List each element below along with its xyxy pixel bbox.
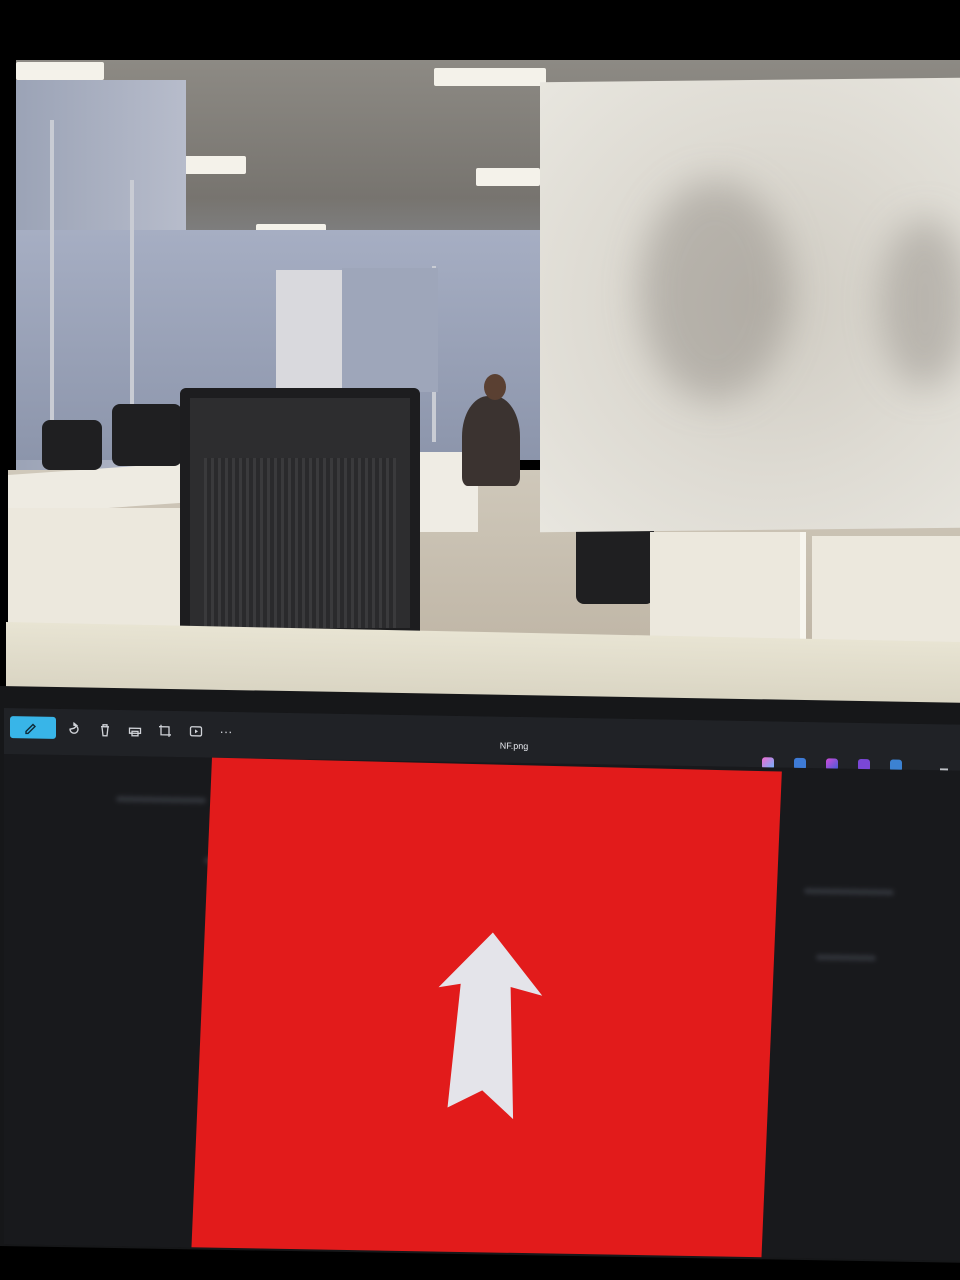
print-icon — [128, 727, 142, 737]
pillar — [276, 270, 342, 400]
file-name-title: NF.png — [499, 740, 529, 752]
delete-icon — [101, 724, 109, 737]
back-window — [342, 268, 438, 392]
chair-mesh — [204, 458, 396, 628]
more-icon[interactable]: ··· — [216, 722, 236, 742]
image-canvas — [4, 754, 960, 1261]
partition-smudge — [640, 179, 790, 402]
office-chair — [42, 420, 102, 470]
delete-button[interactable] — [95, 720, 115, 740]
slideshow-icon — [189, 726, 203, 737]
partition-smudge — [880, 217, 960, 389]
displayed-image — [191, 757, 782, 1261]
edit-image-button[interactable] — [10, 716, 56, 739]
ceiling-light — [476, 168, 540, 186]
glass-frame — [130, 180, 134, 410]
blurred-reflection — [116, 795, 206, 804]
mesh-office-chair — [180, 388, 420, 638]
crop-button[interactable] — [155, 721, 175, 741]
blurred-reflection — [804, 887, 894, 896]
office-chair — [576, 524, 654, 604]
office-chair — [112, 404, 182, 466]
person — [462, 396, 520, 486]
person-head — [484, 374, 506, 400]
glass-frame — [50, 120, 54, 460]
rotate-icon — [69, 721, 79, 734]
desk-panel — [8, 508, 188, 632]
whiteboard-partition — [540, 77, 960, 533]
desk-panel — [812, 536, 960, 652]
ceiling-light — [434, 68, 546, 86]
ceiling-light — [16, 62, 104, 80]
print-button[interactable] — [125, 720, 145, 740]
crop-icon — [159, 724, 171, 737]
slideshow-button[interactable] — [186, 721, 206, 741]
photo-viewer-window: ··· NF.png — [4, 708, 960, 1261]
edit-image-icon — [25, 723, 36, 735]
rotate-button[interactable] — [64, 719, 84, 739]
blurred-reflection — [816, 954, 876, 962]
up-arrow-icon — [438, 932, 543, 1120]
